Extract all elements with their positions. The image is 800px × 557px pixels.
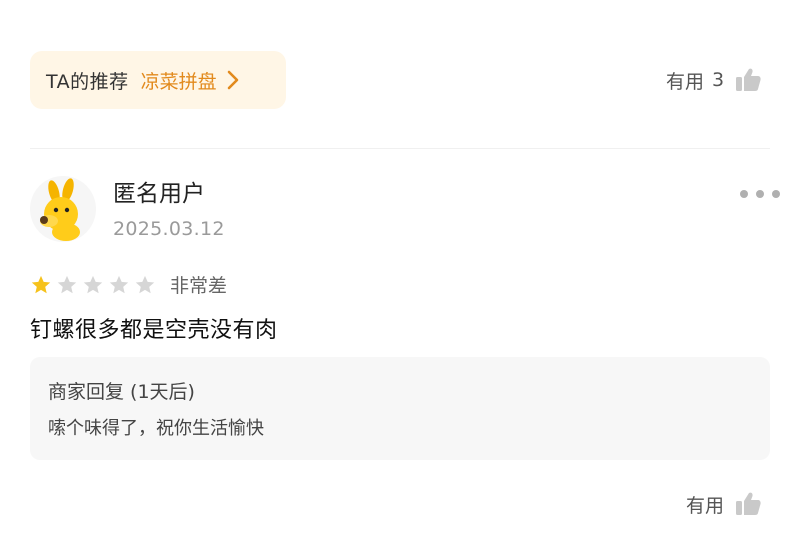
thumbs-up-icon bbox=[734, 490, 762, 518]
chevron-right-icon bbox=[227, 70, 243, 90]
username[interactable]: 匿名用户 bbox=[113, 174, 205, 208]
divider bbox=[30, 148, 770, 149]
recommend-card[interactable]: TA的推荐 凉菜拼盘 bbox=[30, 51, 286, 109]
star-icon bbox=[83, 275, 103, 293]
star-icon bbox=[57, 275, 77, 293]
useful-count: 3 bbox=[712, 69, 725, 91]
rating-text: 非常差 bbox=[170, 275, 228, 297]
review-text: 钉螺很多都是空壳没有肉 bbox=[30, 318, 278, 343]
merchant-reply: 商家回复 (1天后) 嗦个味得了，祝你生活愉快 bbox=[30, 357, 770, 460]
review-date: 2025.03.12 bbox=[113, 218, 225, 240]
thumbs-up-icon bbox=[734, 66, 762, 94]
useful-button-top[interactable]: 有用 3 bbox=[666, 66, 762, 94]
star-icon bbox=[109, 275, 129, 293]
star-icon bbox=[135, 275, 155, 293]
recommend-dish-link[interactable]: 凉菜拼盘 bbox=[141, 67, 217, 94]
merchant-reply-title: 商家回复 (1天后) bbox=[48, 381, 195, 403]
recommend-label: TA的推荐 bbox=[46, 70, 129, 93]
more-dots-icon[interactable] bbox=[740, 184, 780, 204]
useful-button-bottom[interactable]: 有用 bbox=[686, 490, 762, 518]
avatar[interactable] bbox=[30, 176, 96, 242]
rating: 非常差 bbox=[30, 271, 227, 298]
useful-label: 有用 bbox=[686, 494, 725, 517]
star-icon bbox=[31, 275, 51, 293]
useful-label: 有用 bbox=[666, 70, 705, 93]
merchant-reply-body: 嗦个味得了，祝你生活愉快 bbox=[48, 418, 264, 439]
